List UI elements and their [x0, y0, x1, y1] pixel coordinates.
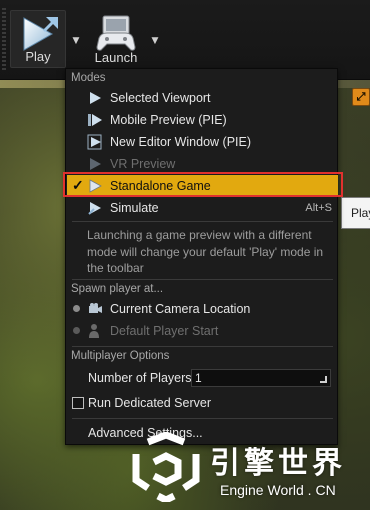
number-of-players-value: 1 — [195, 371, 202, 385]
menu-divider — [72, 418, 333, 419]
menu-divider — [72, 279, 333, 280]
menu-item-new-editor-window[interactable]: New Editor Window (PIE) — [67, 131, 338, 153]
menu-item-label: Default Player Start — [110, 324, 219, 338]
launch-button[interactable]: Launch — [90, 10, 142, 68]
selection-highlight-outline — [63, 172, 343, 197]
play-options-caret-icon[interactable]: ▼ — [71, 36, 81, 46]
menu-item-label: VR Preview — [110, 157, 176, 171]
mobile-play-icon — [88, 114, 102, 126]
engine-world-watermark: 引擎世界 Engine World . CN — [128, 432, 368, 504]
resize-grip-icon — [320, 376, 327, 383]
number-of-players-row: Number of Players 1 — [67, 367, 338, 389]
menu-item-current-camera-location[interactable]: Current Camera Location — [67, 298, 338, 320]
engine-world-logo-icon — [132, 432, 200, 502]
menu-divider — [72, 221, 333, 222]
window-play-icon — [87, 134, 102, 150]
menu-item-label: Selected Viewport — [110, 91, 211, 105]
expand-icon: ⤢ — [356, 90, 366, 103]
player-start-icon — [89, 324, 99, 338]
menu-item-mobile-preview[interactable]: Mobile Preview (PIE) — [67, 109, 338, 131]
menu-item-simulate[interactable]: Simulate Alt+S — [67, 197, 338, 219]
toolbar-grip[interactable] — [2, 8, 6, 70]
launch-options-caret-icon[interactable]: ▼ — [150, 36, 160, 46]
menu-item-label: Current Camera Location — [110, 302, 251, 316]
menu-item-label: Simulate — [110, 201, 159, 215]
mode-description: Launching a game preview with a differen… — [87, 228, 324, 275]
run-dedicated-server-option[interactable]: Run Dedicated Server — [67, 392, 338, 414]
camera-icon — [89, 303, 102, 313]
play-mode-dropdown-menu: Modes Selected Viewport Mobile Preview (… — [65, 68, 338, 445]
watermark-title: 引擎世界 — [210, 446, 346, 481]
watermark-subtitle: Engine World . CN — [220, 482, 336, 498]
menu-item-selected-viewport[interactable]: Selected Viewport — [67, 87, 338, 109]
number-of-players-input[interactable]: 1 — [191, 369, 331, 387]
simulate-icon — [88, 202, 101, 215]
play-icon — [23, 17, 58, 51]
play-tooltip: Play — [341, 197, 370, 229]
menu-item-label: Mobile Preview (PIE) — [110, 113, 227, 127]
menu-item-default-player-start: Default Player Start — [67, 320, 338, 342]
dedicated-server-label: Run Dedicated Server — [88, 396, 211, 410]
multiplayer-section-title: Multiplayer Options — [71, 350, 170, 362]
dedicated-server-checkbox[interactable] — [72, 397, 84, 409]
simulate-shortcut: Alt+S — [305, 202, 332, 214]
number-of-players-label: Number of Players — [88, 371, 192, 385]
play-icon — [90, 92, 101, 104]
radio-indicator — [73, 305, 80, 312]
play-button[interactable]: Play — [10, 10, 66, 68]
menu-item-label: New Editor Window (PIE) — [110, 135, 252, 149]
menu-divider — [72, 346, 333, 347]
spawn-section-title: Spawn player at... — [71, 283, 164, 295]
viewport-maximize-button[interactable]: ⤢ — [352, 88, 370, 106]
launch-button-label: Launch — [94, 50, 138, 65]
gamepad-icon — [96, 15, 136, 51]
radio-indicator — [73, 327, 80, 334]
vr-play-icon — [90, 158, 101, 170]
modes-section-title: Modes — [71, 72, 106, 84]
